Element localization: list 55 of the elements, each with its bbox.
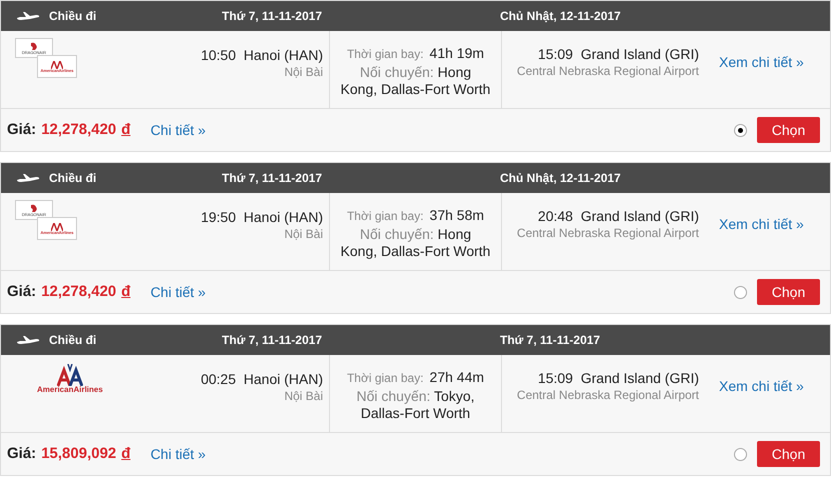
airplane-icon [16,173,40,183]
airline-logo: AmericanAirlines [37,364,103,394]
choose-button[interactable]: Chọn [757,117,820,143]
choose-button[interactable]: Chọn [757,441,820,467]
direction-label: Chiều đi [49,170,98,187]
arrive-date: Chủ Nhật, 12-11-2017 [500,8,621,25]
price-label: Giá: [7,120,36,140]
arrive-time-city: 15:09 Grand Island (GRI) [538,45,699,63]
details-link[interactable]: Xem chi tiết » [719,54,804,70]
direction-label: Chiều đi [49,332,98,349]
price: 12,278,420 [41,120,116,140]
more-details-link[interactable]: Chi tiết » [150,444,206,464]
arrive-date: Thứ 7, 11-11-2017 [500,332,600,349]
details-link[interactable]: Xem chi tiết » [719,378,804,394]
choose-button[interactable]: Chọn [757,279,820,305]
duration: 27h 44m [430,368,484,387]
depart-airport: Nội Bài [284,226,323,242]
airplane-icon [16,335,40,345]
connections-text: Nối chuyến: Hong Kong, Dallas-Fort Worth [340,226,490,260]
arrive-airport: Central Nebraska Regional Airport [516,63,699,79]
connections-text: Nối chuyến: Tokyo, Dallas-Fort Worth [355,388,476,422]
price-label: Giá: [7,282,36,302]
duration-label: Thời gian bay: [346,370,424,387]
select-radio[interactable] [734,124,747,136]
depart-airport: Nội Bài [284,64,323,80]
direction-label: Chiều đi [49,8,98,25]
duration: 41h 19m [430,44,484,63]
currency: đ [121,120,130,140]
duration-label: Thời gian bay: [346,208,424,225]
currency: đ [121,444,130,464]
connections-text: Nối chuyến: Hong Kong, Dallas-Fort Worth [340,64,490,98]
arrive-time-city: 15:09 Grand Island (GRI) [538,369,699,387]
arrive-time-city: 20:48 Grand Island (GRI) [538,207,699,225]
select-radio[interactable] [734,448,747,460]
depart-date: Thứ 7, 11-11-2017 [220,8,322,25]
select-radio[interactable] [734,286,747,298]
more-details-link[interactable]: Chi tiết » [150,282,206,302]
arrive-date: Chủ Nhật, 12-11-2017 [500,170,621,187]
currency: đ [121,282,130,302]
depart-date: Thứ 7, 11-11-2017 [220,170,322,187]
depart-time-city: 10:50 Hanoi (HAN) [200,46,323,64]
price: 15,809,092 [41,444,116,464]
price-label: Giá: [7,444,36,464]
depart-time-city: 19:50 Hanoi (HAN) [200,208,323,226]
duration: 37h 58m [430,206,484,225]
depart-date: Thứ 7, 11-11-2017 [220,332,322,349]
details-link[interactable]: Xem chi tiết » [719,216,804,232]
depart-time-city: 00:25 Hanoi (HAN) [200,370,323,388]
price: 12,278,420 [41,282,116,302]
airplane-icon [16,11,40,21]
arrive-airport: Central Nebraska Regional Airport [516,387,699,403]
duration-label: Thời gian bay: [346,46,424,63]
depart-airport: Nội Bài [284,388,323,404]
more-details-link[interactable]: Chi tiết » [150,120,206,140]
arrive-airport: Central Nebraska Regional Airport [516,225,699,241]
